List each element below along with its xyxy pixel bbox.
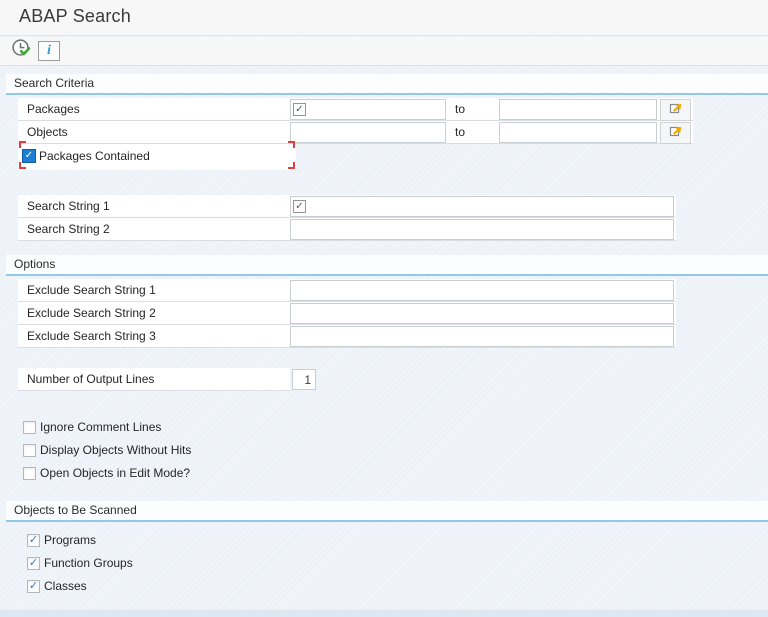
objects-to-input[interactable] [499, 122, 657, 143]
packages-from-input[interactable] [290, 99, 446, 120]
page-title: ABAP Search [19, 6, 131, 27]
checkbox-label: Ignore Comment Lines [40, 420, 161, 434]
ignore-comment-lines-checkbox-row[interactable]: ✓ Ignore Comment Lines [23, 418, 161, 436]
checkbox-label: Display Objects Without Hits [40, 443, 191, 457]
ignore-comment-lines-checkbox[interactable]: ✓ [23, 421, 36, 434]
exclude-search-string-2-label: Exclude Search String 2 [27, 302, 156, 325]
exclude-search-string-1-input[interactable] [290, 280, 674, 301]
checkbox-label: Function Groups [44, 556, 133, 570]
search-string-1-input[interactable] [290, 196, 674, 217]
abap-search-window: ABAP Search i Search Criteria Packages ✓… [0, 0, 768, 617]
application-toolbar: i [0, 37, 768, 66]
section-title: Search Criteria [14, 74, 94, 93]
section-header-objects-to-be-scanned: Objects to Be Scanned [6, 501, 768, 522]
packages-to-input[interactable] [499, 99, 657, 120]
search-string-2-label: Search String 2 [27, 218, 110, 241]
function-groups-checkbox[interactable]: ✓ [27, 557, 40, 570]
check-icon: ✓ [28, 558, 39, 569]
number-of-output-lines-label: Number of Output Lines [27, 368, 154, 391]
exclude-search-string-3-label: Exclude Search String 3 [27, 325, 156, 348]
exclude-search-string-1-label: Exclude Search String 1 [27, 279, 156, 302]
function-groups-checkbox-row[interactable]: ✓ Function Groups [27, 554, 133, 572]
check-icon: ✓ [28, 581, 39, 592]
checkbox-label: Open Objects in Edit Mode? [40, 466, 190, 480]
search-string-2-input[interactable] [290, 219, 674, 240]
open-objects-in-edit-mode-checkbox[interactable]: ✓ [23, 467, 36, 480]
open-objects-in-edit-mode-checkbox-row[interactable]: ✓ Open Objects in Edit Mode? [23, 464, 190, 482]
search-string-1-label: Search String 1 [27, 195, 110, 218]
classes-checkbox-row[interactable]: ✓ Classes [27, 577, 87, 595]
programs-checkbox[interactable]: ✓ [27, 534, 40, 547]
info-icon: i [47, 44, 51, 58]
title-bar: ABAP Search [0, 0, 768, 36]
packages-multiple-selection-button[interactable] [660, 99, 691, 121]
checkbox-label: Classes [44, 579, 87, 593]
objects-from-input[interactable] [290, 122, 446, 143]
section-title: Objects to Be Scanned [14, 501, 137, 520]
check-icon: ✓ [23, 150, 35, 162]
number-of-output-lines-input[interactable] [292, 369, 316, 390]
section-title: Options [14, 255, 55, 274]
selection-active-icon: ✓ [293, 103, 306, 116]
objects-multiple-selection-button[interactable] [660, 122, 691, 144]
section-header-options: Options [6, 255, 768, 276]
checkbox-label: Programs [44, 533, 96, 547]
packages-contained-label: Packages Contained [39, 149, 150, 163]
multiple-selection-arrow-icon [668, 123, 684, 144]
multiple-selection-arrow-icon [668, 100, 684, 121]
section-header-search-criteria: Search Criteria [6, 74, 768, 95]
selection-active-icon: ✓ [293, 200, 306, 213]
exclude-search-string-3-input[interactable] [290, 326, 674, 347]
execute-clock-check-icon [11, 38, 32, 64]
objects-to-label: to [455, 121, 465, 144]
programs-checkbox-row[interactable]: ✓ Programs [27, 531, 96, 549]
packages-contained-checkbox-row[interactable]: ✓ Packages Contained [22, 147, 150, 165]
packages-label: Packages [27, 98, 80, 121]
info-button[interactable]: i [38, 41, 60, 61]
objects-label: Objects [27, 121, 68, 144]
execute-button[interactable] [10, 41, 32, 61]
bottom-edge [0, 609, 768, 617]
packages-contained-checkbox[interactable]: ✓ [22, 149, 36, 163]
display-objects-without-hits-checkbox[interactable]: ✓ [23, 444, 36, 457]
packages-to-label: to [455, 98, 465, 121]
check-icon: ✓ [28, 535, 39, 546]
display-objects-without-hits-checkbox-row[interactable]: ✓ Display Objects Without Hits [23, 441, 191, 459]
exclude-search-string-2-input[interactable] [290, 303, 674, 324]
classes-checkbox[interactable]: ✓ [27, 580, 40, 593]
